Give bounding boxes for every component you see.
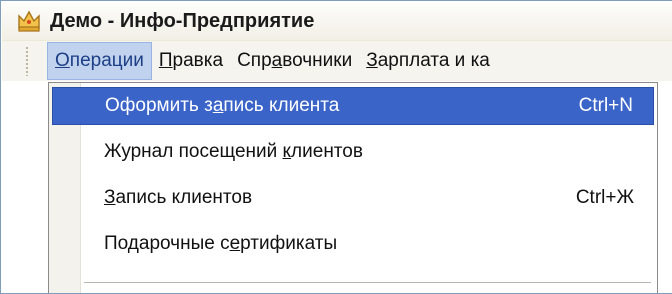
menu-item-shortcut: Ctrl+N bbox=[578, 95, 633, 116]
menu-item-client-appointments[interactable]: Запись клиентов Ctrl+Ж bbox=[52, 179, 654, 217]
menu-separator bbox=[84, 282, 651, 283]
menu-item-label: Оформить запись клиента bbox=[105, 95, 340, 116]
toolbar-grip-icon[interactable] bbox=[25, 46, 30, 76]
window-title: Демо - Инфо-Предприятие bbox=[50, 9, 315, 32]
title-bar[interactable]: Демо - Инфо-Предприятие bbox=[2, 2, 672, 40]
menu-item-gift-certificates[interactable]: Подарочные сертификаты bbox=[52, 225, 654, 263]
menu-item-shortcut: Ctrl+Ж bbox=[575, 187, 634, 208]
menu-edit[interactable]: Правка bbox=[152, 41, 230, 81]
app-window: Демо - Инфо-Предприятие Операции Правка … bbox=[0, 0, 672, 294]
menu-salary[interactable]: Зарплата и ка bbox=[359, 41, 497, 81]
menu-directories[interactable]: Справочники bbox=[230, 41, 359, 81]
menu-item-new-client-appointment[interactable]: Оформить запись клиента Ctrl+N bbox=[52, 87, 654, 125]
crown-icon bbox=[18, 10, 40, 32]
menu-item-label: Запись клиентов bbox=[104, 187, 253, 208]
menu-item-label: Журнал посещений клиентов bbox=[104, 141, 363, 162]
menu-item-client-visits-log[interactable]: Журнал посещений клиентов bbox=[52, 133, 654, 171]
menu-operations[interactable]: Операции bbox=[47, 42, 152, 80]
menu-item-label: Подарочные сертификаты bbox=[104, 233, 338, 254]
menu-bar: Операции Правка Справочники Зарплата и к… bbox=[2, 40, 672, 81]
operations-dropdown-menu: Оформить запись клиента Ctrl+N Журнал по… bbox=[48, 82, 658, 293]
